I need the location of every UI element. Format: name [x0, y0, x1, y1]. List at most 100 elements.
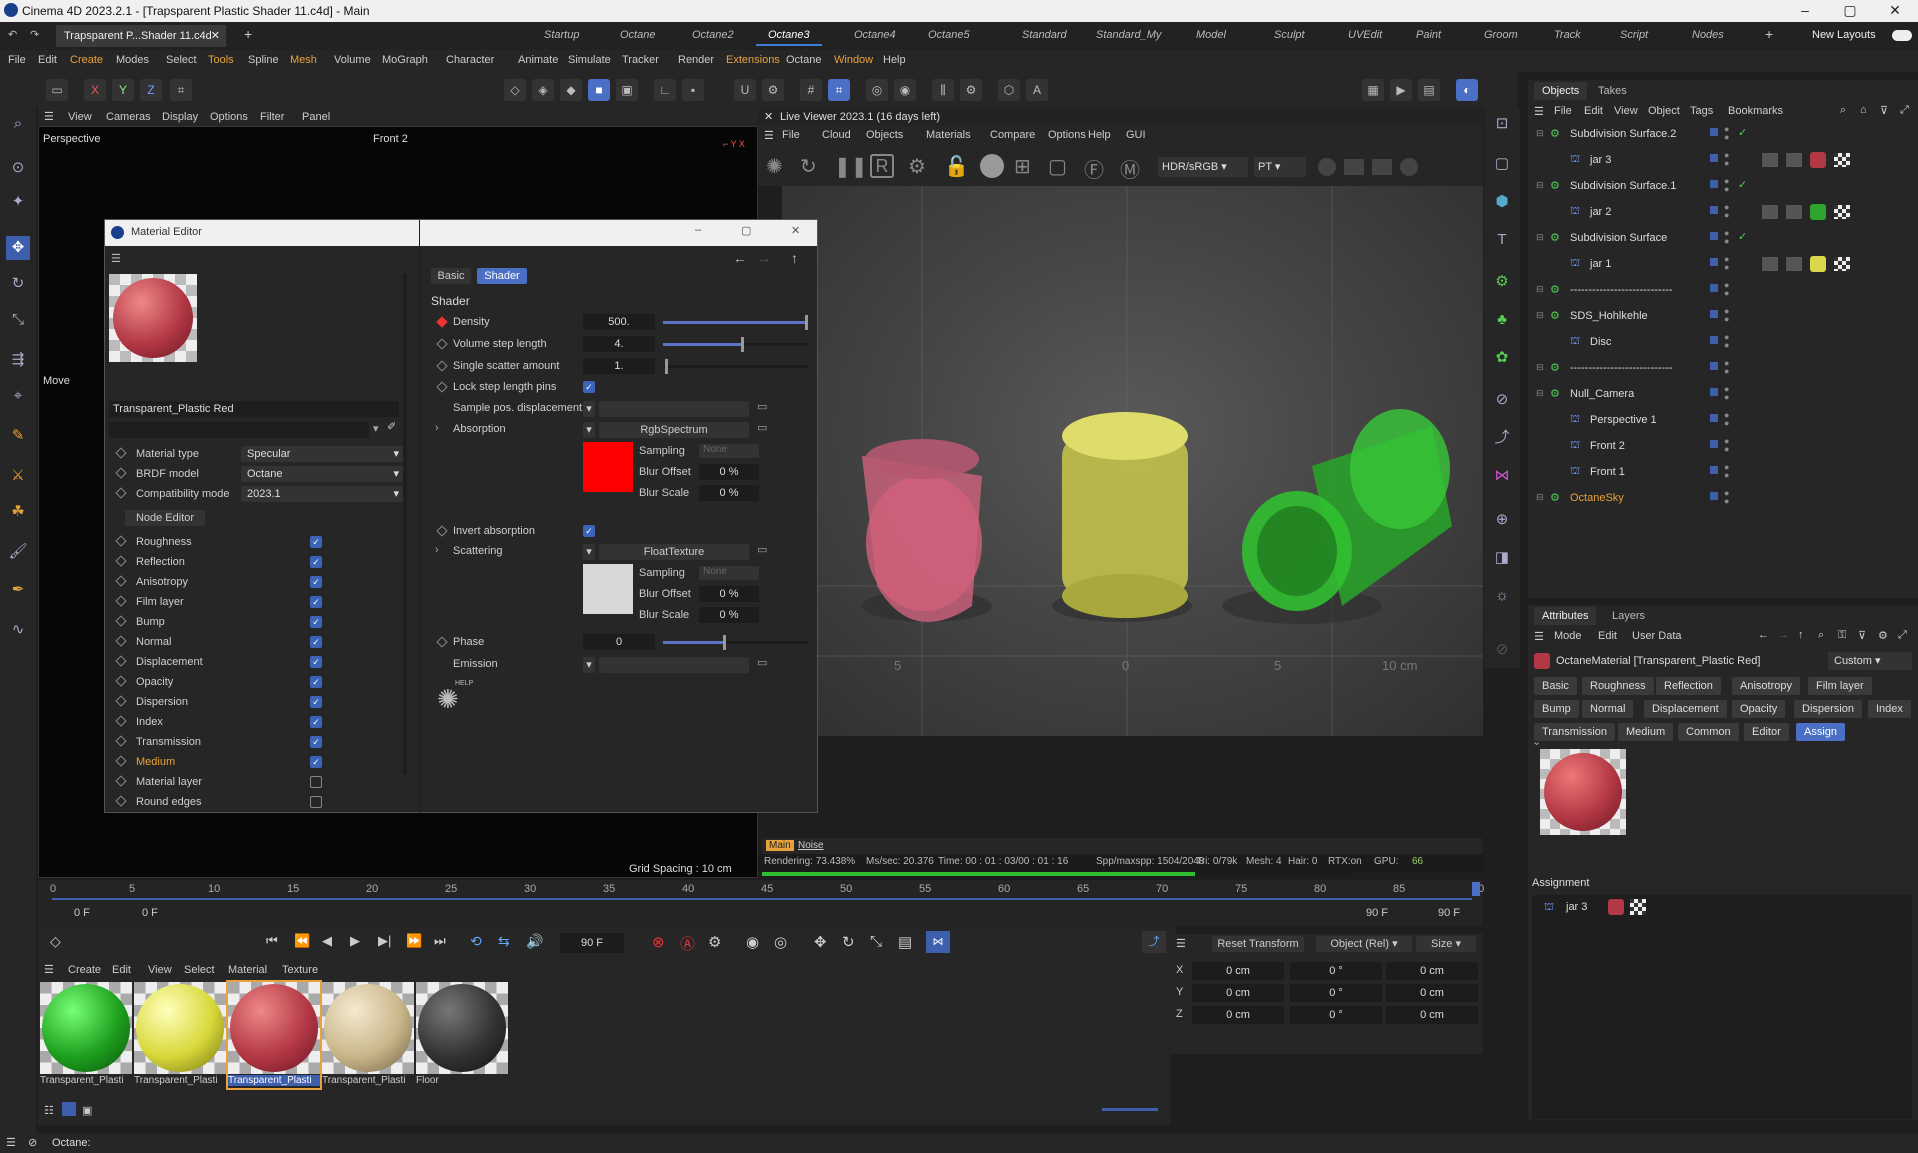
tab-basic[interactable]: Basic	[431, 268, 471, 284]
folder-icon[interactable]: ▭	[757, 543, 767, 556]
layer-color-icon[interactable]	[1710, 310, 1718, 318]
keyframe-icon[interactable]	[115, 655, 127, 667]
attr-button-assign[interactable]: Assign	[1796, 723, 1846, 741]
layer-color-icon[interactable]	[1710, 180, 1718, 188]
tab-layout-script[interactable]: Script	[1608, 24, 1660, 46]
scale-key-icon[interactable]: ⤡	[870, 933, 882, 950]
tab-shader[interactable]: Shader	[477, 268, 527, 284]
rotation-field[interactable]: 0 °	[1290, 984, 1382, 1002]
layer-color-icon[interactable]	[1710, 362, 1718, 370]
minimize-button[interactable]: –	[695, 224, 701, 236]
live-viewer-menu-compare[interactable]: Compare	[990, 129, 1035, 141]
visibility-icon[interactable]: ● ●	[1724, 203, 1729, 220]
hamburger-icon[interactable]: ☰	[44, 110, 54, 123]
grid-view-icon[interactable]	[62, 1102, 76, 1116]
phong-tag-icon[interactable]	[1762, 153, 1778, 167]
new-layouts-toggle[interactable]	[1892, 30, 1912, 41]
keyframe-icon[interactable]	[115, 795, 127, 807]
attr-button-anisotropy[interactable]: Anisotropy	[1732, 677, 1800, 695]
sampling-select[interactable]: None	[699, 444, 759, 458]
channel-checkbox[interactable]: ✓	[310, 536, 322, 548]
expand-arrow-icon[interactable]: ›	[435, 544, 439, 556]
tab-layout-paint[interactable]: Paint	[1404, 24, 1453, 46]
blur-scale-field-2[interactable]: 0 %	[699, 607, 759, 623]
tab-layout-octane[interactable]: Octane	[608, 24, 667, 46]
sample-pos-slot[interactable]	[599, 401, 749, 417]
edges-mode-icon[interactable]: ◈	[532, 79, 554, 101]
color-mode-select[interactable]: HDR/sRGB ▾	[1158, 157, 1248, 177]
render-picture-viewer-icon[interactable]: ▶	[1390, 79, 1412, 101]
timeline-end[interactable]: 90 F	[1366, 907, 1388, 919]
position-field[interactable]: 0 cm	[1192, 984, 1284, 1002]
snap-icon[interactable]: ⌗	[828, 79, 850, 101]
uv-mode-icon[interactable]: ▣	[616, 79, 638, 101]
focus-icon[interactable]: ▢	[1048, 154, 1067, 179]
object-row[interactable]: ⊟ ⚙ ---------------------------- ● ●	[1528, 358, 1918, 379]
emission-slot[interactable]	[599, 657, 749, 673]
search-icon[interactable]: ⌕	[1818, 629, 1824, 642]
hamburger-icon[interactable]: ☰	[1534, 630, 1544, 643]
layer-color-icon[interactable]	[1710, 414, 1718, 422]
channel-checkbox[interactable]: ✓	[310, 616, 322, 628]
material-thumbnail[interactable]: Transparent_Plasti	[322, 982, 414, 1088]
viewport-menu-panel[interactable]: Panel	[302, 111, 330, 123]
expand-arrow-icon[interactable]: ›	[435, 422, 439, 434]
single-scatter-slider[interactable]	[663, 359, 808, 374]
keyframe-icon[interactable]	[115, 555, 127, 567]
magnet-icon[interactable]: U	[734, 79, 756, 101]
object-row[interactable]: ⛫ jar 3 ● ●	[1528, 150, 1918, 171]
coordinate-system-icon[interactable]: ⌗	[170, 79, 192, 101]
object-row[interactable]: ⊟ ⚙ Subdivision Surface.1 ● ● ✓	[1528, 176, 1918, 197]
keyframe-icon[interactable]	[436, 360, 448, 372]
menu-select[interactable]: Select	[166, 54, 197, 66]
visibility-icon[interactable]: ● ●	[1724, 411, 1729, 428]
object-name[interactable]: Disc	[1590, 336, 1611, 348]
snapshot-icon[interactable]	[1344, 159, 1364, 175]
object-name[interactable]: Front 2	[1590, 440, 1625, 452]
hamburger-icon[interactable]: ☰	[44, 963, 54, 976]
visibility-icon[interactable]: ● ●	[1724, 437, 1729, 454]
phong-tag-icon[interactable]	[1762, 205, 1778, 219]
object-row[interactable]: ⛫ Disc ● ●	[1528, 332, 1918, 353]
layer-color-icon[interactable]	[1710, 128, 1718, 136]
object-name[interactable]: Subdivision Surface	[1570, 232, 1667, 244]
symmetry-icon[interactable]: ⫼	[932, 79, 954, 101]
send-scene-icon[interactable]: ✺	[766, 154, 783, 179]
attr-button-basic[interactable]: Basic	[1534, 677, 1577, 695]
uv-tag-icon[interactable]	[1630, 899, 1646, 915]
zoom-icon[interactable]: ⌕	[6, 112, 30, 136]
channel-checkbox[interactable]: ✓	[310, 676, 322, 688]
objects-menu-bookmarks[interactable]: Bookmarks	[1728, 105, 1783, 117]
objects-menu-edit[interactable]: Edit	[1584, 105, 1603, 117]
keyframe-icon[interactable]	[115, 447, 127, 459]
octane-icon[interactable]: A	[1026, 79, 1048, 101]
material-menu-create[interactable]: Create	[68, 964, 101, 976]
close-tab-icon[interactable]: ✕	[211, 25, 220, 47]
expand-icon[interactable]: ⊟	[1536, 232, 1544, 243]
previous-key-icon[interactable]: ⏪	[294, 933, 310, 949]
cube-icon[interactable]: ⬢	[1490, 190, 1514, 214]
visibility-icon[interactable]: ● ●	[1724, 489, 1729, 506]
objects-menu-object[interactable]: Object	[1648, 105, 1680, 117]
object-row[interactable]: ⊟ ⚙ SDS_Hohlkehle ● ●	[1528, 306, 1918, 327]
tab-layout-standard_my[interactable]: Standard_My	[1084, 24, 1173, 46]
layer-color-icon[interactable]	[1710, 154, 1718, 162]
object-row[interactable]: ⊟ ⚙ Subdivision Surface.2 ● ● ✓	[1528, 124, 1918, 145]
grid-snap-icon[interactable]: #	[800, 79, 822, 101]
keyframe-icon[interactable]	[436, 381, 448, 393]
keyframe-icon[interactable]	[115, 635, 127, 647]
size-mode-select[interactable]: Size ▾	[1416, 936, 1476, 952]
clay-icon[interactable]	[1318, 158, 1336, 176]
attr-button-editor[interactable]: Editor	[1744, 723, 1789, 741]
pause-icon[interactable]: ❚❚	[834, 154, 868, 179]
model-mode-icon[interactable]: ■	[588, 79, 610, 101]
forward-arrow-icon[interactable]: →	[1778, 629, 1789, 641]
rotate-icon[interactable]: ↻	[6, 272, 30, 296]
new-layouts-label[interactable]: New Layouts	[1812, 29, 1876, 41]
viewport-menu-cameras[interactable]: Cameras	[106, 111, 151, 123]
layer-color-icon[interactable]	[1710, 492, 1718, 500]
layer-color-icon[interactable]	[1710, 388, 1718, 396]
uv-tag-icon[interactable]	[1834, 153, 1850, 167]
object-row[interactable]: ⛫ Front 1 ● ●	[1528, 462, 1918, 483]
size-field[interactable]: 0 cm	[1386, 1006, 1478, 1024]
